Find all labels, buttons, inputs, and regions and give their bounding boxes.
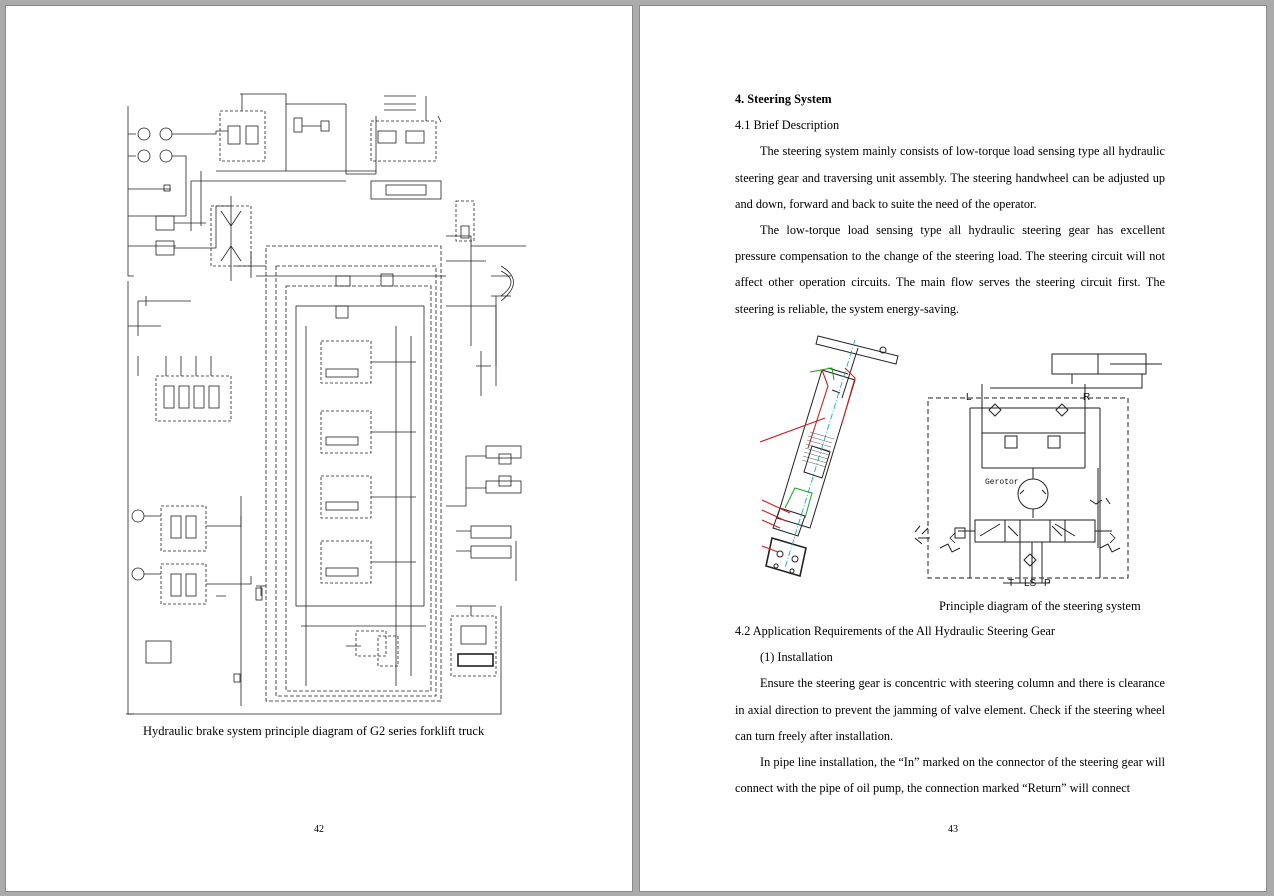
subsection-heading: 4.2 Application Requirements of the All … [735, 624, 1055, 638]
figure-caption: Hydraulic brake system principle diagram… [143, 724, 485, 738]
port-ls-label: LS [1024, 578, 1037, 589]
hydraulic-brake-diagram [126, 93, 526, 715]
subsection-heading: 4.1 Brief Description [735, 118, 840, 133]
page-number: 42 [314, 824, 324, 835]
section-heading: 4. Steering System [735, 92, 832, 106]
paragraph: The steering system mainly consists of l… [735, 144, 1165, 211]
steering-hydraulic-schematic: L R Gerotor T LS P [914, 353, 1162, 589]
port-t-label: T [1008, 578, 1014, 589]
steering-column-drawing [759, 335, 899, 578]
page-43: 4. Steering System 4.1 Brief Description… [639, 5, 1267, 892]
page-number: 43 [948, 824, 958, 835]
page-42: Hydraulic brake system principle diagram… [5, 5, 633, 892]
paragraph: Ensure the steering gear is concentric w… [735, 676, 1165, 743]
port-l-label: L [966, 392, 972, 403]
list-item: (1) Installation [760, 650, 833, 665]
figure-caption: Principle diagram of the steering system [939, 599, 1141, 613]
paragraph: In pipe line installation, the “In” mark… [735, 755, 1165, 796]
text-block-top: 4. Steering System 4.1 Brief Description… [735, 86, 1165, 322]
port-p-label: P [1044, 578, 1051, 589]
port-r-label: R [1083, 392, 1090, 403]
paragraph: The low-torque load sensing type all hyd… [735, 223, 1165, 316]
gerotor-label: Gerotor [985, 478, 1019, 487]
text-block-bottom: 4.2 Application Requirements of the All … [735, 618, 1165, 801]
